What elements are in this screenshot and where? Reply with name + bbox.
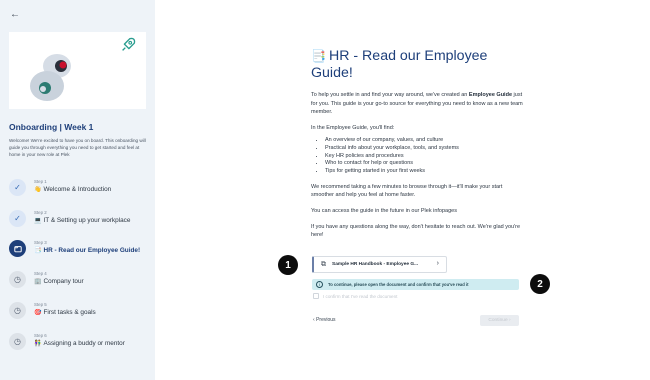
access-paragraph: You can access the guide in the future i…	[311, 208, 457, 215]
questions-paragraph: If you have any questions along the way,…	[311, 223, 521, 239]
find-list: An overview of our company, values, and …	[311, 137, 523, 176]
people-emoji-icon: 👫	[34, 341, 42, 347]
rocket-icon	[122, 37, 136, 51]
step-number: Step 6	[34, 333, 47, 338]
check-icon: ✓	[9, 179, 26, 196]
handbook-label: Sample HR Handbook - Employee G...	[332, 262, 419, 267]
document-icon	[9, 240, 26, 257]
step-name: 👫 Assigning a buddy or mentor	[34, 340, 125, 347]
handbook-document-link[interactable]: ⧉ Sample HR Handbook - Employee G... ›	[312, 256, 447, 273]
step-2[interactable]: ✓ Step 2 💻 IT & Setting up your workplace	[0, 206, 155, 234]
document-emoji-icon: 📑	[34, 248, 42, 254]
wave-emoji-icon: 👋	[34, 187, 42, 193]
main-content: 📑 HR - Read our Employee Guide! To help y…	[311, 48, 523, 240]
step-4[interactable]: ◷ Step 4 🏢 Company tour	[0, 267, 155, 295]
sidebar: ← Onboarding | Week 1 Welcome! We're exc…	[0, 0, 155, 380]
step-title: First tasks & goals	[43, 309, 96, 316]
document-emoji-icon: 📑	[311, 49, 326, 63]
find-intro: In the Employee Guide, you'll find:	[311, 124, 395, 131]
computer-emoji-icon: 💻	[34, 218, 42, 224]
list-item: Tips for getting started in your first w…	[325, 168, 523, 176]
step-number: Step 3	[34, 240, 47, 245]
annotation-badge-1: 1	[278, 255, 298, 275]
previous-label: Previous	[316, 317, 336, 323]
clock-icon: ◷	[9, 302, 26, 319]
annotation-badge-2: 2	[530, 274, 550, 294]
list-item: Key HR policies and procedures	[325, 153, 523, 161]
intro-paragraph: To help you settle in and find your way …	[311, 91, 523, 117]
step-name: 📑 HR - Read our Employee Guide!	[34, 247, 140, 254]
info-banner: i To continue, please open the document …	[312, 279, 519, 290]
step-number: Step 4	[34, 271, 47, 276]
page-title-text: HR - Read our Employee Guide!	[311, 48, 488, 81]
page-title: 📑 HR - Read our Employee Guide!	[311, 48, 523, 82]
confirm-checkbox[interactable]: I confirm that I've read the document	[313, 293, 397, 299]
previous-button[interactable]: ‹ Previous	[313, 317, 336, 323]
list-item: An overview of our company, values, and …	[325, 137, 523, 145]
checkbox-box[interactable]	[313, 293, 319, 299]
step-name: 🏢 Company tour	[34, 278, 84, 285]
step-number: Step 2	[34, 210, 47, 215]
info-message: To continue, please open the document an…	[328, 282, 469, 287]
clock-icon: ◷	[9, 333, 26, 350]
check-icon: ✓	[9, 210, 26, 227]
onboarding-illustration	[9, 32, 146, 109]
clock-icon: ◷	[9, 271, 26, 288]
onboarding-title: Onboarding | Week 1	[9, 122, 94, 132]
list-item: Who to contact for help or questions	[325, 160, 523, 168]
step-title: IT & Setting up your workplace	[43, 217, 131, 224]
continue-label: Continue	[488, 318, 508, 323]
step-title: Assigning a buddy or mentor	[43, 340, 125, 347]
step-name: 🎯 First tasks & goals	[34, 309, 96, 316]
confirm-label: I confirm that I've read the document	[323, 293, 398, 299]
step-number: Step 1	[34, 179, 47, 184]
step-title: Company tour	[43, 278, 84, 285]
abstract-shapes-icon	[30, 54, 71, 101]
chevron-right-icon: ›	[436, 260, 439, 267]
step-6[interactable]: ◷ Step 6 👫 Assigning a buddy or mentor	[0, 329, 155, 357]
building-emoji-icon: 🏢	[34, 279, 42, 285]
step-3[interactable]: Step 3 📑 HR - Read our Employee Guide!	[0, 236, 155, 264]
copy-document-icon: ⧉	[321, 260, 326, 268]
continue-button[interactable]: Continue ›	[480, 315, 519, 326]
intro-bold: Employee Guide	[468, 92, 513, 98]
step-name: 👋 Welcome & Introduction	[34, 186, 111, 193]
recommend-paragraph: We recommend taking a few minutes to bro…	[311, 183, 503, 199]
list-item: Practical info about your workplace, too…	[325, 145, 523, 153]
target-emoji-icon: 🎯	[34, 310, 42, 316]
step-title: Welcome & Introduction	[43, 186, 112, 193]
info-icon: i	[316, 281, 323, 288]
step-title: HR - Read our Employee Guide!	[43, 247, 141, 254]
onboarding-description: Welcome! We're excited to have you on bo…	[9, 138, 146, 158]
back-arrow-icon[interactable]: ←	[10, 9, 20, 20]
step-1[interactable]: ✓ Step 1 👋 Welcome & Introduction	[0, 175, 155, 203]
intro-text-1: To help you settle in and find your way …	[311, 92, 469, 98]
step-name: 💻 IT & Setting up your workplace	[34, 217, 130, 224]
step-5[interactable]: ◷ Step 5 🎯 First tasks & goals	[0, 298, 155, 326]
step-number: Step 5	[34, 302, 47, 307]
chevron-right-icon: ›	[507, 318, 511, 323]
